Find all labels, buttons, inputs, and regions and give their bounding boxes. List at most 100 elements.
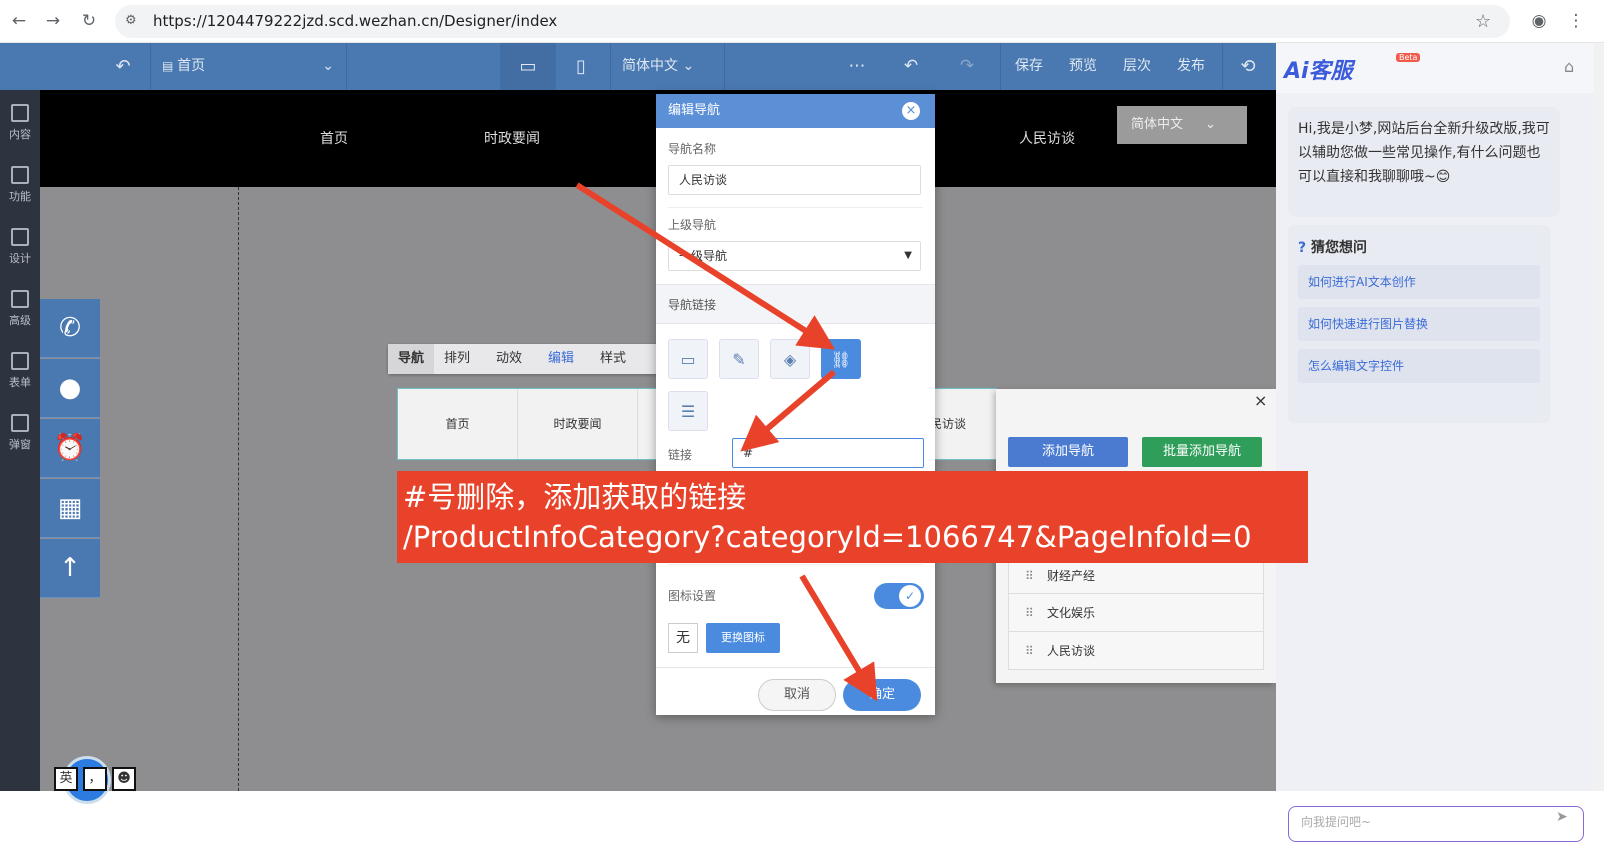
sidebar-item-label: 内容 xyxy=(9,128,31,141)
page-link-icon[interactable]: ▭ xyxy=(668,339,708,379)
history-icon[interactable]: ⟲ xyxy=(1230,43,1266,90)
list-link-icon[interactable]: ☰ xyxy=(668,391,708,431)
link-input[interactable]: # xyxy=(732,438,924,468)
page-icon: ▤ xyxy=(162,59,178,73)
layers-link-icon[interactable]: ◈ xyxy=(770,339,810,379)
document-icon xyxy=(11,104,29,122)
alarm-clock-icon[interactable]: ⏰ xyxy=(40,419,100,478)
question-icon: ? xyxy=(1298,240,1307,256)
sidebar-item-label: 功能 xyxy=(9,190,31,203)
menu-icon[interactable]: ⋮ xyxy=(1565,10,1587,32)
ai-question-item[interactable]: 怎么编辑文字控件 xyxy=(1298,349,1540,383)
tab-style[interactable]: 样式 xyxy=(600,344,626,374)
ime-lang[interactable]: 英 xyxy=(54,767,78,791)
address-bar[interactable]: ⚙ https://1204479222jzd.scd.wezhan.cn/De… xyxy=(115,5,1510,38)
close-icon[interactable]: × xyxy=(1254,391,1267,410)
caret-down-icon: ▼ xyxy=(904,250,912,261)
suggestions-title-text: 猜您想问 xyxy=(1311,240,1367,256)
undo-icon[interactable]: ↶ xyxy=(896,43,926,90)
parent-nav-select[interactable]: 一级导航 ▼ xyxy=(668,241,921,271)
forward-icon[interactable]: → xyxy=(42,10,64,32)
tab-edit[interactable]: 编辑 xyxy=(548,344,574,374)
tab-arrange[interactable]: 排列 xyxy=(444,344,470,374)
canvas-guide-line xyxy=(238,187,239,791)
url-link-icon[interactable]: ⛓ xyxy=(821,339,861,379)
site-settings-icon[interactable]: ⚙ xyxy=(125,13,137,28)
site-language-select[interactable]: 简体中文 ⌄ xyxy=(1117,106,1247,144)
redo-icon[interactable]: ↷ xyxy=(952,43,982,90)
link-section: 导航链接 xyxy=(656,284,935,324)
page-select[interactable]: ▤ 首页 ⌄ xyxy=(162,43,334,90)
page-select-label: 首页 xyxy=(177,58,206,74)
undo-page-icon[interactable]: ↶ xyxy=(108,43,138,90)
sidebar-item-design[interactable]: 设计 xyxy=(0,220,40,280)
ime-skin[interactable]: ☻ xyxy=(112,767,136,791)
sidebar-item-content[interactable]: 内容 xyxy=(0,96,40,156)
close-icon[interactable]: × xyxy=(902,102,920,120)
scrollbar[interactable] xyxy=(1594,43,1604,791)
qq-icon[interactable]: ● xyxy=(40,359,100,418)
form-icon xyxy=(11,352,29,370)
batch-add-nav-button[interactable]: 批量添加导航 xyxy=(1142,437,1262,467)
change-icon-button[interactable]: 更换图标 xyxy=(706,623,780,653)
reload-icon[interactable]: ↻ xyxy=(78,10,100,32)
cancel-button[interactable]: 取消 xyxy=(758,679,836,711)
desktop-view-icon[interactable]: ▭ xyxy=(500,43,556,90)
no-icon-button[interactable]: 无 xyxy=(668,623,698,653)
preview-button[interactable]: 预览 xyxy=(1058,43,1108,90)
nav-list-item[interactable]: ⠿ 文化娱乐 xyxy=(1008,594,1264,632)
nav-list-label: 文化娱乐 xyxy=(1047,606,1096,620)
layers-button[interactable]: 层次 xyxy=(1112,43,1162,90)
save-button[interactable]: 保存 xyxy=(1004,43,1054,90)
cart-icon[interactable]: ⌂ xyxy=(1564,57,1574,76)
code-icon xyxy=(11,290,29,308)
mobile-view-icon[interactable]: ▯ xyxy=(556,43,606,90)
nav-list-item[interactable]: ⠿ 人民访谈 xyxy=(1008,632,1264,670)
site-nav-item[interactable]: 首页 xyxy=(320,128,348,148)
site-nav-item[interactable]: 人民访谈 xyxy=(1019,128,1075,148)
sidebar-item-advanced[interactable]: 高级 xyxy=(0,282,40,342)
nav-name-label: 导航名称 xyxy=(668,142,717,156)
qr-code-icon[interactable]: ▦ xyxy=(40,479,100,538)
drag-handle-icon[interactable]: ⠿ xyxy=(1025,632,1034,670)
link-section-title: 导航链接 xyxy=(668,298,717,312)
publish-button[interactable]: 发布 xyxy=(1166,43,1216,90)
more-icon[interactable]: ⋯ xyxy=(842,43,872,90)
url-text: https://1204479222jzd.scd.wezhan.cn/Desi… xyxy=(153,12,558,30)
nav-component-item[interactable]: 首页 xyxy=(398,389,518,459)
ai-question-item[interactable]: 如何快速进行图片替换 xyxy=(1298,307,1540,341)
profile-icon[interactable]: ◉ xyxy=(1528,10,1550,32)
phone-icon[interactable]: ✆ xyxy=(40,299,100,358)
ok-button[interactable]: 确定 xyxy=(843,679,921,711)
bookmark-star-icon[interactable]: ☆ xyxy=(1475,11,1491,32)
nav-list-label: 人民访谈 xyxy=(1047,644,1096,658)
annotation-line-2: /ProductInfoCategory?categoryId=1066747&… xyxy=(403,520,1252,554)
edit-nav-dialog: 编辑导航 × 导航名称 人民访谈 上级导航 一级导航 ▼ 导航链接 ▭ ✎ ◈ ⛓… xyxy=(656,94,935,715)
link-label: 链接 xyxy=(668,448,693,462)
tab-animation[interactable]: 动效 xyxy=(496,344,522,374)
ime-punct[interactable]: ， xyxy=(83,767,107,791)
language-select[interactable]: 简体中文 ⌄ xyxy=(622,43,712,90)
ai-question-item[interactable]: 如何进行AI文本创作 xyxy=(1298,265,1540,299)
parent-nav-value: 一级导航 xyxy=(679,249,728,263)
drag-handle-icon[interactable]: ⠿ xyxy=(1025,594,1034,632)
annotation-line-1: #号删除，添加获取的链接 xyxy=(403,480,747,514)
nav-component-item[interactable]: 时政要闻 xyxy=(518,389,638,459)
sidebar-item-popup[interactable]: 弹窗 xyxy=(0,406,40,466)
ai-header: Ai客服 Beta ⌂ xyxy=(1276,43,1604,93)
sidebar-item-function[interactable]: 功能 xyxy=(0,158,40,218)
article-link-icon[interactable]: ✎ xyxy=(719,339,759,379)
back-icon[interactable]: ← xyxy=(8,10,30,32)
nav-name-input[interactable]: 人民访谈 xyxy=(668,165,921,195)
site-nav-item[interactable]: 时政要闻 xyxy=(484,128,540,148)
sidebar-item-label: 设计 xyxy=(9,252,31,265)
add-nav-button[interactable]: 添加导航 xyxy=(1008,437,1128,467)
sidebar-item-form[interactable]: 表单 xyxy=(0,344,40,404)
icon-toggle[interactable]: ✓ xyxy=(874,583,924,609)
send-icon[interactable]: ➤ xyxy=(1556,809,1568,825)
tab-nav[interactable]: 导航 xyxy=(388,344,434,374)
ai-input[interactable]: 向我提问吧~ xyxy=(1288,806,1584,842)
chevron-down-icon: ⌄ xyxy=(322,58,334,74)
arrow-up-icon[interactable]: ↑ xyxy=(40,539,100,598)
chevron-down-icon: ⌄ xyxy=(1205,117,1216,132)
